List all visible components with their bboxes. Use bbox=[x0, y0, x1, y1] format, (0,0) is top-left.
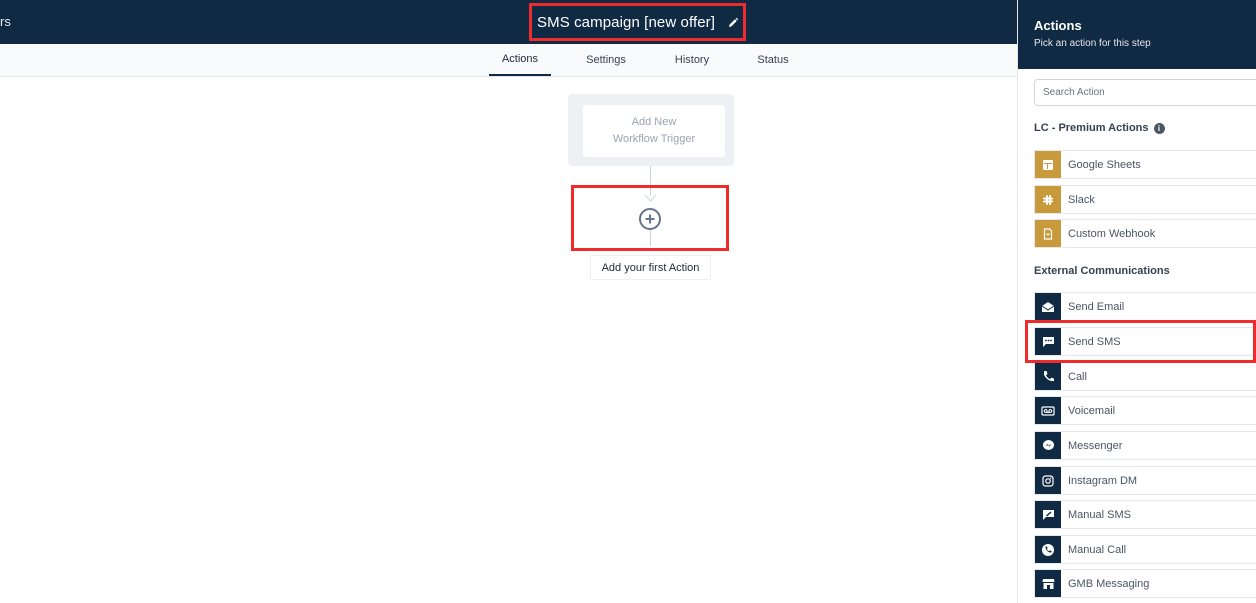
trigger-label-line2: Workflow Trigger bbox=[612, 133, 696, 145]
premium-actions-label: LC - Premium Actions bbox=[1034, 122, 1149, 134]
action-label: Voicemail bbox=[1068, 404, 1116, 417]
action-slack[interactable]: Slack bbox=[1034, 185, 1256, 214]
action-manual-sms[interactable]: Manual SMS bbox=[1034, 500, 1256, 529]
action-manual-call[interactable]: Manual Call bbox=[1034, 535, 1256, 564]
panel-header: Actions Pick an action for this step bbox=[1018, 0, 1256, 69]
webhook-icon bbox=[1035, 220, 1061, 247]
add-workflow-trigger-button[interactable]: Add New Workflow Trigger bbox=[583, 105, 725, 157]
instagram-icon bbox=[1035, 467, 1061, 494]
actions-panel: Actions Pick an action for this step LC … bbox=[1017, 0, 1256, 603]
action-call[interactable]: Call bbox=[1034, 362, 1256, 391]
back-link[interactable]: rs bbox=[0, 14, 11, 29]
gmb-icon bbox=[1035, 570, 1061, 597]
action-google-sheets[interactable]: Google Sheets bbox=[1034, 150, 1256, 179]
action-label: Custom Webhook bbox=[1068, 227, 1156, 240]
action-label: Manual SMS bbox=[1068, 508, 1131, 521]
action-label: Manual Call bbox=[1068, 543, 1127, 556]
tab-actions[interactable]: Actions bbox=[489, 44, 551, 76]
sms-icon bbox=[1035, 328, 1061, 355]
phone-icon bbox=[1035, 363, 1061, 390]
tab-status[interactable]: Status bbox=[748, 44, 798, 76]
info-icon[interactable]: i bbox=[1153, 122, 1165, 134]
action-gmb-messaging[interactable]: GMB Messaging bbox=[1034, 569, 1256, 598]
action-messenger[interactable]: Messenger bbox=[1034, 431, 1256, 460]
action-instagram-dm[interactable]: Instagram DM bbox=[1034, 466, 1256, 495]
premium-actions-heading: LC - Premium Actions i bbox=[1034, 122, 1165, 134]
manual-sms-icon bbox=[1035, 501, 1061, 528]
workflow-title[interactable]: SMS campaign [new offer] bbox=[537, 14, 715, 31]
pencil-icon[interactable] bbox=[727, 16, 739, 28]
action-label: Slack bbox=[1068, 193, 1095, 206]
voicemail-icon bbox=[1035, 397, 1061, 424]
action-label: Messenger bbox=[1068, 439, 1123, 452]
tab-bar: Actions Settings History Status bbox=[0, 44, 1017, 77]
tab-settings[interactable]: Settings bbox=[576, 44, 636, 76]
action-custom-webhook[interactable]: Custom Webhook bbox=[1034, 219, 1256, 248]
action-label: Call bbox=[1068, 370, 1087, 383]
add-first-action-label[interactable]: Add your first Action bbox=[590, 255, 711, 280]
search-action-input[interactable] bbox=[1034, 79, 1256, 106]
manual-call-icon bbox=[1035, 536, 1061, 563]
action-label: Instagram DM bbox=[1068, 474, 1138, 487]
action-label: GMB Messaging bbox=[1068, 577, 1150, 590]
slack-icon bbox=[1035, 186, 1061, 213]
action-label: Google Sheets bbox=[1068, 158, 1141, 171]
plus-circle-icon[interactable] bbox=[639, 208, 661, 230]
google-sheets-icon bbox=[1035, 151, 1061, 178]
workflow-title-highlight: SMS campaign [new offer] bbox=[529, 3, 746, 41]
workflow-canvas bbox=[0, 77, 1017, 603]
action-send-sms[interactable]: Send SMS bbox=[1034, 327, 1256, 356]
external-communications-heading: External Communications bbox=[1034, 265, 1170, 277]
action-send-email[interactable]: Send Email bbox=[1034, 292, 1256, 321]
panel-subtitle: Pick an action for this step bbox=[1034, 38, 1151, 49]
email-icon bbox=[1035, 293, 1061, 320]
action-label: Send Email bbox=[1068, 300, 1125, 313]
action-voicemail[interactable]: Voicemail bbox=[1034, 396, 1256, 425]
action-label: Send SMS bbox=[1068, 335, 1121, 348]
messenger-icon bbox=[1035, 432, 1061, 459]
top-bar: rs SMS campaign [new offer] bbox=[0, 0, 1017, 44]
trigger-label-line1: Add New bbox=[631, 116, 677, 128]
tab-history[interactable]: History bbox=[664, 44, 720, 76]
panel-title: Actions bbox=[1034, 18, 1082, 33]
